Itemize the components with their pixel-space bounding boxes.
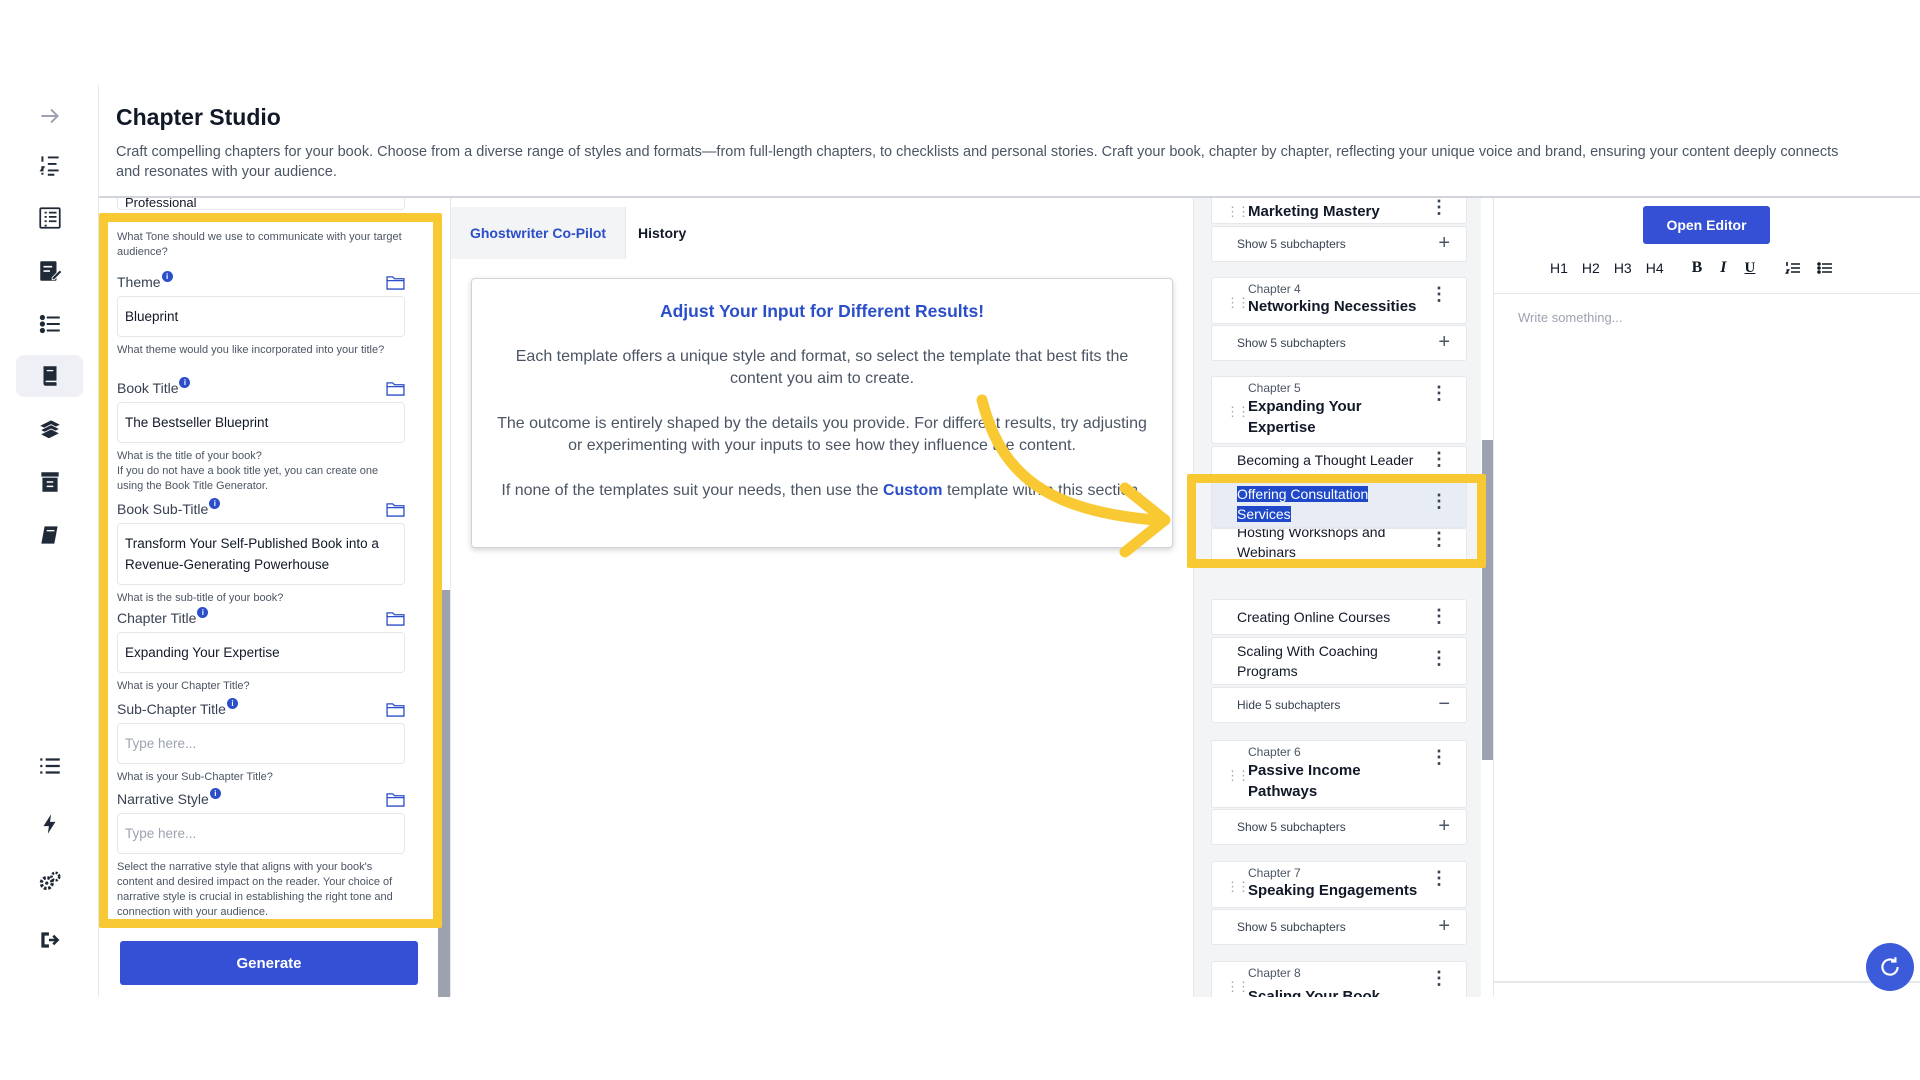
heading2-button[interactable]: H2 (1582, 260, 1600, 276)
open-editor-button[interactable]: Open Editor (1643, 206, 1770, 244)
chapter-title: Marketing Mastery (1248, 203, 1380, 220)
chapter-title: Networking Necessities (1248, 298, 1417, 315)
icon-rail (0, 85, 99, 997)
show-subchapters-toggle[interactable]: Show 5 subchapters + (1211, 809, 1467, 845)
toggle-label: Show 5 subchapters (1237, 336, 1346, 350)
drag-handle-icon[interactable]: ⋮⋮ (1226, 295, 1250, 311)
more-options-icon[interactable]: ⋮ (1430, 868, 1448, 889)
chapter-number: Chapter 4 (1248, 282, 1301, 296)
chapter-title: Passive Income Pathways (1248, 762, 1361, 800)
show-subchapters-toggle[interactable]: Show 5 subchapters + (1211, 325, 1467, 361)
more-options-icon[interactable]: ⋮ (1430, 198, 1448, 218)
subchapter-item[interactable]: Scaling With Coaching Programs ⋮ (1211, 637, 1467, 685)
tone-input[interactable]: Professional (117, 198, 405, 210)
drag-handle-icon[interactable]: ⋮⋮ (1226, 204, 1250, 220)
subchapter-item[interactable]: Creating Online Courses ⋮ (1211, 599, 1467, 635)
plus-icon[interactable]: + (1438, 331, 1450, 354)
lightning-icon[interactable] (16, 803, 83, 845)
drag-handle-icon[interactable]: ⋮⋮ (1226, 879, 1250, 895)
show-subchapters-toggle[interactable]: Show 5 subchapters + (1211, 909, 1467, 945)
plus-icon[interactable]: + (1438, 815, 1450, 838)
show-subchapters-toggle[interactable]: Show 5 subchapters + (1211, 226, 1467, 262)
editor-content-area[interactable] (1493, 293, 1920, 983)
info-card-heading: Adjust Your Input for Different Results! (659, 301, 985, 321)
more-options-icon[interactable]: ⋮ (1430, 449, 1448, 469)
more-options-icon[interactable]: ⋮ (1430, 968, 1448, 989)
logout-icon[interactable] (16, 919, 83, 961)
drag-handle-icon[interactable]: ⋮⋮ (1226, 768, 1250, 784)
books-icon[interactable] (16, 408, 83, 450)
editor-placeholder: Write something... (1518, 310, 1623, 325)
more-options-icon[interactable]: ⋮ (1430, 606, 1448, 626)
toggle-label: Show 5 subchapters (1237, 237, 1346, 251)
info-card-text-1: Each template offers a unique style and … (515, 348, 1129, 387)
arrow-right-icon[interactable] (16, 95, 83, 137)
chapter-card[interactable]: Chapter 4 ⋮⋮ Networking Necessities ⋮ (1211, 277, 1467, 324)
notebook-icon[interactable] (16, 514, 83, 556)
page-title: Chapter Studio (116, 104, 281, 130)
panel-tabs: Ghostwriter Co-Pilot History (451, 207, 1192, 259)
settings-icon[interactable] (16, 861, 83, 903)
more-options-icon[interactable]: ⋮ (1430, 648, 1448, 668)
chat-support-button[interactable] (1866, 943, 1914, 991)
heading3-button[interactable]: H3 (1614, 260, 1632, 276)
subchapter-label: Creating Online Courses (1237, 609, 1391, 625)
archive-icon[interactable] (16, 461, 83, 503)
subchapter-label: Becoming a Thought Leader (1237, 452, 1414, 468)
more-options-icon[interactable]: ⋮ (1430, 383, 1448, 404)
bold-button[interactable]: B (1692, 259, 1703, 277)
refresh-icon (1881, 957, 1899, 976)
unordered-list-icon[interactable] (1817, 260, 1833, 276)
chapter-number: Chapter 6 (1248, 745, 1301, 759)
custom-template-link[interactable]: Custom (883, 482, 943, 499)
tab-ghostwriter-copilot[interactable]: Ghostwriter Co-Pilot (451, 207, 626, 259)
tone-value: Professional (125, 198, 197, 210)
more-options-icon[interactable]: ⋮ (1430, 284, 1448, 305)
chapter-title: Speaking Engagements (1248, 882, 1418, 899)
highlight-frame-form (99, 213, 442, 928)
info-card-text-3a: If none of the templates suit your needs… (501, 482, 883, 499)
document-list-icon[interactable] (16, 197, 83, 239)
bullet-list-icon[interactable] (16, 303, 83, 345)
chapter-card[interactable]: Chapter 5 ⋮⋮ Expanding Your Expertise ⋮ (1211, 376, 1467, 444)
chapter-card[interactable]: Chapter 7 ⋮⋮ Speaking Engagements ⋮ (1211, 861, 1467, 908)
minus-icon[interactable]: − (1438, 693, 1450, 716)
book-icon[interactable] (16, 355, 83, 397)
chapter-title: Expanding Your Expertise (1248, 398, 1362, 436)
chapter-card[interactable]: ⋮⋮ Marketing Mastery ⋮ (1211, 198, 1467, 224)
chapter-number: Chapter 8 (1248, 966, 1301, 980)
page-description: Craft compelling chapters for your book.… (116, 144, 1839, 180)
toggle-label: Show 5 subchapters (1237, 820, 1346, 834)
ordered-list-icon[interactable] (1785, 260, 1801, 276)
toggle-label: Show 5 subchapters (1237, 920, 1346, 934)
plus-icon[interactable]: + (1438, 915, 1450, 938)
italic-button[interactable]: I (1720, 259, 1726, 277)
chapter-card[interactable]: Chapter 6 ⋮⋮ Passive Income Pathways ⋮ (1211, 740, 1467, 808)
highlight-frame-subchapter (1187, 474, 1486, 568)
heading4-button[interactable]: H4 (1646, 260, 1664, 276)
subchapter-label: Scaling With Coaching Programs (1237, 643, 1378, 679)
edit-document-icon[interactable] (16, 250, 83, 292)
heading1-button[interactable]: H1 (1550, 260, 1568, 276)
hide-subchapters-toggle[interactable]: Hide 5 subchapters − (1211, 687, 1467, 723)
more-options-icon[interactable]: ⋮ (1430, 747, 1448, 768)
annotation-arrow-icon (976, 394, 1171, 558)
editor-toolbar: H1 H2 H3 H4 B I U (1550, 257, 1847, 279)
list-icon[interactable] (16, 745, 83, 787)
generate-button[interactable]: Generate (120, 941, 418, 985)
toggle-label: Hide 5 subchapters (1237, 698, 1341, 712)
chapter-number: Chapter 7 (1248, 866, 1301, 880)
drag-handle-icon[interactable]: ⋮⋮ (1226, 404, 1250, 420)
underline-button[interactable]: U (1745, 260, 1756, 277)
numbered-list-icon[interactable] (16, 144, 83, 186)
plus-icon[interactable]: + (1438, 232, 1450, 255)
drag-handle-icon[interactable]: ⋮⋮ (1226, 979, 1250, 995)
chapters-column: ⋮⋮ Marketing Mastery ⋮ Show 5 subchapter… (1193, 198, 1481, 997)
chapter-title: Scaling Your Book (1248, 988, 1380, 997)
tab-history[interactable]: History (626, 207, 1192, 259)
chapter-number: Chapter 5 (1248, 381, 1301, 395)
chapter-card[interactable]: Chapter 8 ⋮⋮ Scaling Your Book ⋮ (1211, 961, 1467, 997)
